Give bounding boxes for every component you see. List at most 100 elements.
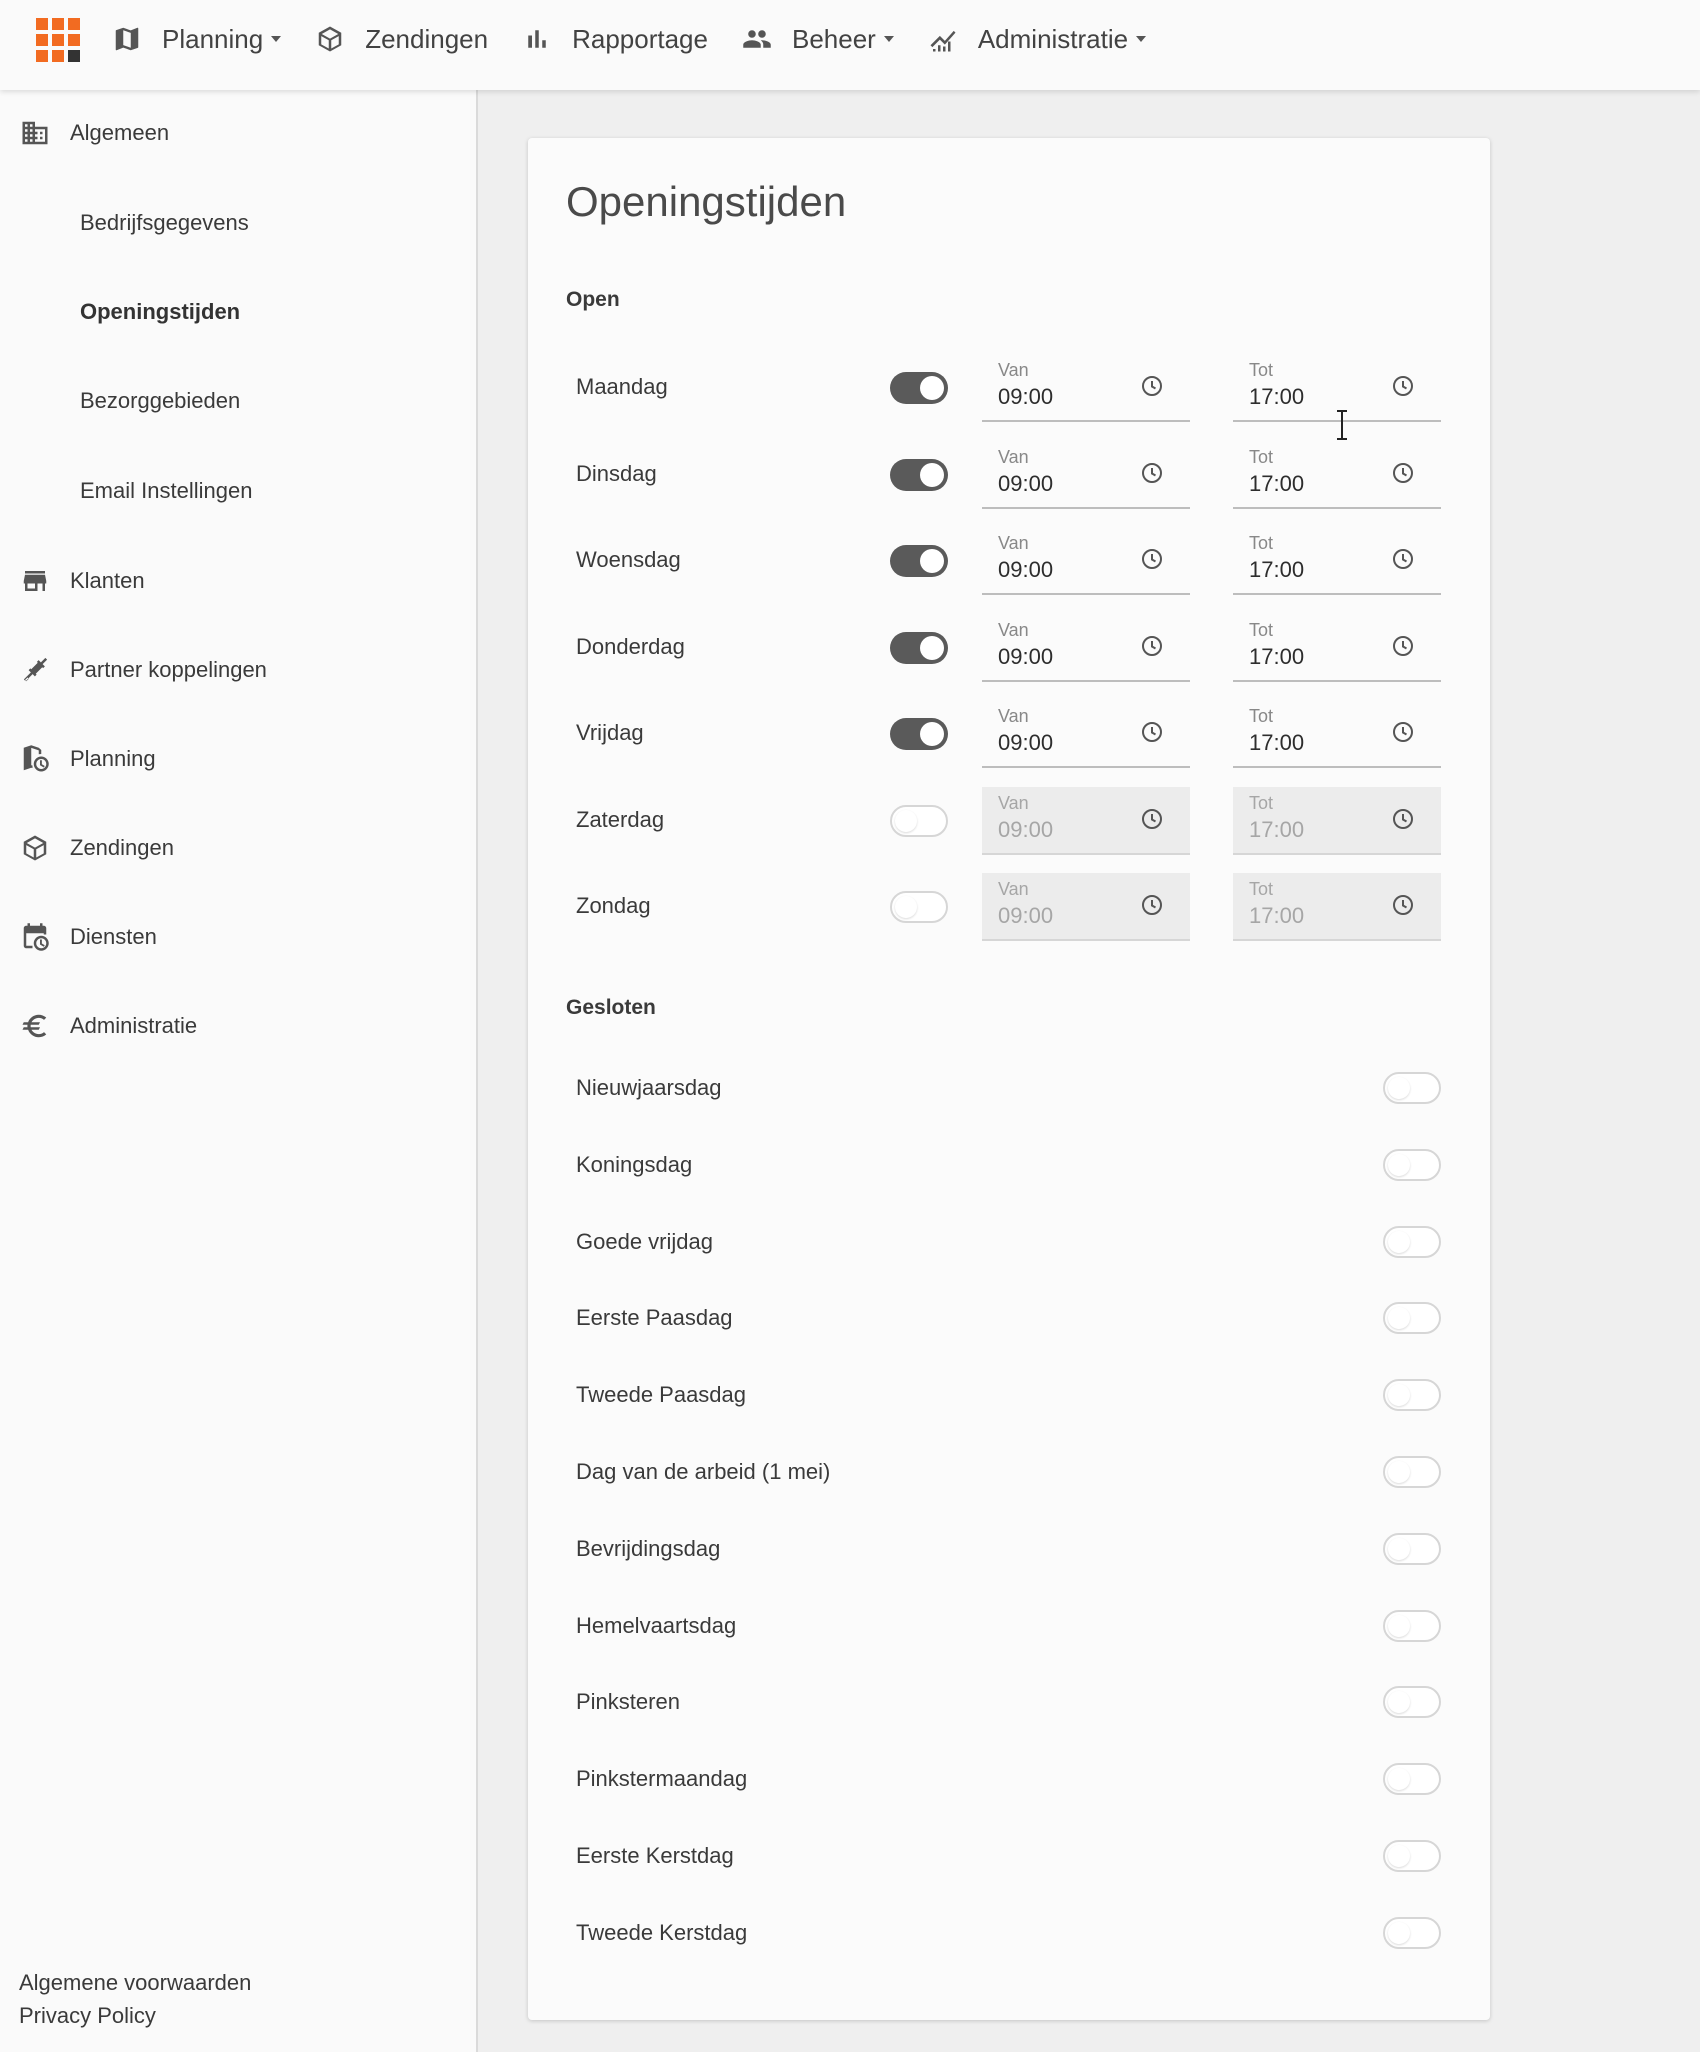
page-title: Openingstijden — [566, 178, 847, 225]
sidebar-item-diensten[interactable]: Diensten — [20, 922, 157, 952]
app-logo-icon[interactable] — [36, 18, 80, 62]
chevron-down-icon — [1136, 36, 1147, 42]
day-open-toggle[interactable] — [890, 804, 948, 837]
nav-beheer[interactable]: Beheer — [742, 24, 894, 55]
nav-administratie-label: Administratie — [977, 23, 1129, 54]
from-time-field[interactable]: Van 09:00 — [982, 354, 1190, 422]
map-clock-icon — [23, 745, 49, 772]
day-open-toggle[interactable] — [890, 458, 948, 491]
to-time-field[interactable]: Tot 17:00 — [1233, 527, 1441, 595]
clock-icon[interactable] — [1391, 807, 1415, 831]
toggle-knob — [1388, 1614, 1410, 1637]
holiday-closed-toggle[interactable] — [1383, 1302, 1441, 1335]
day-label: Zondag — [576, 893, 651, 918]
open-section-heading: Open — [566, 288, 620, 311]
field-label: Tot — [1249, 533, 1274, 553]
sidebar-item-zendingen[interactable]: Zendingen — [20, 833, 174, 863]
chevron-down-icon — [271, 36, 282, 42]
nav-planning[interactable]: Planning — [112, 24, 282, 55]
terms-link[interactable]: Algemene voorwaarden — [19, 1970, 251, 1996]
holiday-closed-toggle[interactable] — [1383, 1225, 1441, 1258]
to-time-field[interactable]: Tot 17:00 — [1233, 441, 1441, 509]
text-cursor-icon — [1337, 410, 1347, 440]
sidebar-item-klanten[interactable]: Klanten — [20, 566, 145, 596]
holiday-label: Bevrijdingsdag — [576, 1535, 721, 1561]
sidebar-sub-email-instellingen[interactable]: Email Instellingen — [80, 478, 252, 504]
nav-rapportage-label: Rapportage — [572, 23, 708, 54]
sidebar-item-label: Partner koppelingen — [70, 657, 267, 682]
clock-icon[interactable] — [1140, 547, 1164, 571]
sidebar-sub-openingstijden[interactable]: Openingstijden — [80, 299, 240, 325]
day-open-toggle[interactable] — [890, 631, 948, 664]
day-open-toggle[interactable] — [890, 545, 948, 577]
holiday-closed-toggle[interactable] — [1383, 1379, 1441, 1412]
to-time-field[interactable]: Tot 17:00 — [1233, 614, 1441, 682]
clock-icon[interactable] — [1391, 893, 1415, 917]
from-time-field[interactable]: Van 09:00 — [982, 700, 1190, 768]
holiday-closed-toggle[interactable] — [1383, 1763, 1441, 1796]
field-label: Tot — [1249, 706, 1274, 726]
clock-icon[interactable] — [1391, 374, 1415, 398]
toggle-knob — [920, 722, 944, 746]
to-time-field[interactable]: Tot 17:00 — [1233, 700, 1441, 768]
holiday-closed-toggle[interactable] — [1383, 1148, 1441, 1181]
field-label: Tot — [1249, 879, 1274, 899]
time-value: 09:00 — [998, 730, 1054, 755]
day-label: Maandag — [576, 374, 668, 399]
toggle-knob — [1388, 1307, 1410, 1330]
from-time-field[interactable]: Van 09:00 — [982, 614, 1190, 682]
privacy-policy-link[interactable]: Privacy Policy — [19, 2003, 156, 2029]
package-icon — [318, 26, 342, 52]
field-label: Tot — [1249, 619, 1274, 640]
toggle-knob — [1388, 1384, 1410, 1407]
toggle-knob — [1388, 1461, 1410, 1483]
sidebar-item-planning[interactable]: Planning — [20, 744, 156, 774]
holiday-label: Dag van de arbeid (1 mei) — [576, 1459, 831, 1484]
from-time-field: Van 09:00 — [982, 873, 1190, 941]
calendar-clock-icon — [23, 923, 49, 951]
from-time-field[interactable]: Van 09:00 — [982, 527, 1190, 595]
clock-icon[interactable] — [1140, 893, 1164, 917]
nav-zendingen[interactable]: Zendingen — [315, 24, 488, 55]
time-value: 17:00 — [1249, 643, 1305, 669]
day-open-toggle[interactable] — [890, 891, 948, 923]
time-value: 09:00 — [998, 384, 1054, 409]
clock-icon[interactable] — [1140, 634, 1164, 658]
holiday-closed-toggle[interactable] — [1383, 1609, 1441, 1642]
day-open-toggle[interactable] — [890, 372, 948, 404]
holiday-closed-toggle[interactable] — [1383, 1916, 1441, 1949]
holiday-closed-toggle[interactable] — [1383, 1532, 1441, 1565]
top-navigation-bar: Planning Zendingen Rapportage Beheer Adm… — [0, 0, 1700, 90]
people-icon — [743, 30, 771, 48]
sidebar-item-administratie[interactable]: Administratie — [20, 1011, 197, 1041]
day-open-toggle[interactable] — [890, 718, 948, 750]
clock-icon[interactable] — [1140, 807, 1164, 831]
finance-chart-icon — [930, 30, 956, 52]
sidebar-item-label: Klanten — [70, 568, 145, 593]
sidebar-sub-bezorggebieden[interactable]: Bezorggebieden — [80, 388, 240, 414]
nav-rapportage[interactable]: Rapportage — [522, 24, 708, 55]
holiday-closed-toggle[interactable] — [1383, 1686, 1441, 1719]
day-label: Vrijdag — [576, 720, 644, 745]
from-time-field[interactable]: Van 09:00 — [982, 441, 1190, 509]
clock-icon[interactable] — [1391, 634, 1415, 658]
toggle-knob — [1388, 1153, 1410, 1176]
clock-icon[interactable] — [1140, 720, 1164, 744]
clock-icon[interactable] — [1140, 374, 1164, 398]
sidebar-item-algemeen[interactable]: Algemeen — [20, 118, 169, 148]
day-label: Donderdag — [576, 633, 685, 659]
field-label: Van — [998, 879, 1029, 899]
field-label: Van — [998, 360, 1029, 380]
time-value: 17:00 — [1249, 557, 1305, 582]
holiday-closed-toggle[interactable] — [1383, 1456, 1441, 1488]
sidebar-sub-bedrijfsgegevens[interactable]: Bedrijfsgegevens — [80, 210, 249, 236]
sidebar-item-partner-koppelingen[interactable]: Partner koppelingen — [20, 655, 267, 685]
holiday-closed-toggle[interactable] — [1383, 1840, 1441, 1872]
clock-icon[interactable] — [1391, 547, 1415, 571]
holiday-closed-toggle[interactable] — [1383, 1072, 1441, 1104]
clock-icon[interactable] — [1391, 720, 1415, 744]
clock-icon[interactable] — [1140, 461, 1164, 485]
nav-administratie[interactable]: Administratie — [928, 23, 1147, 55]
clock-icon[interactable] — [1391, 461, 1415, 485]
field-label: Van — [998, 446, 1029, 467]
